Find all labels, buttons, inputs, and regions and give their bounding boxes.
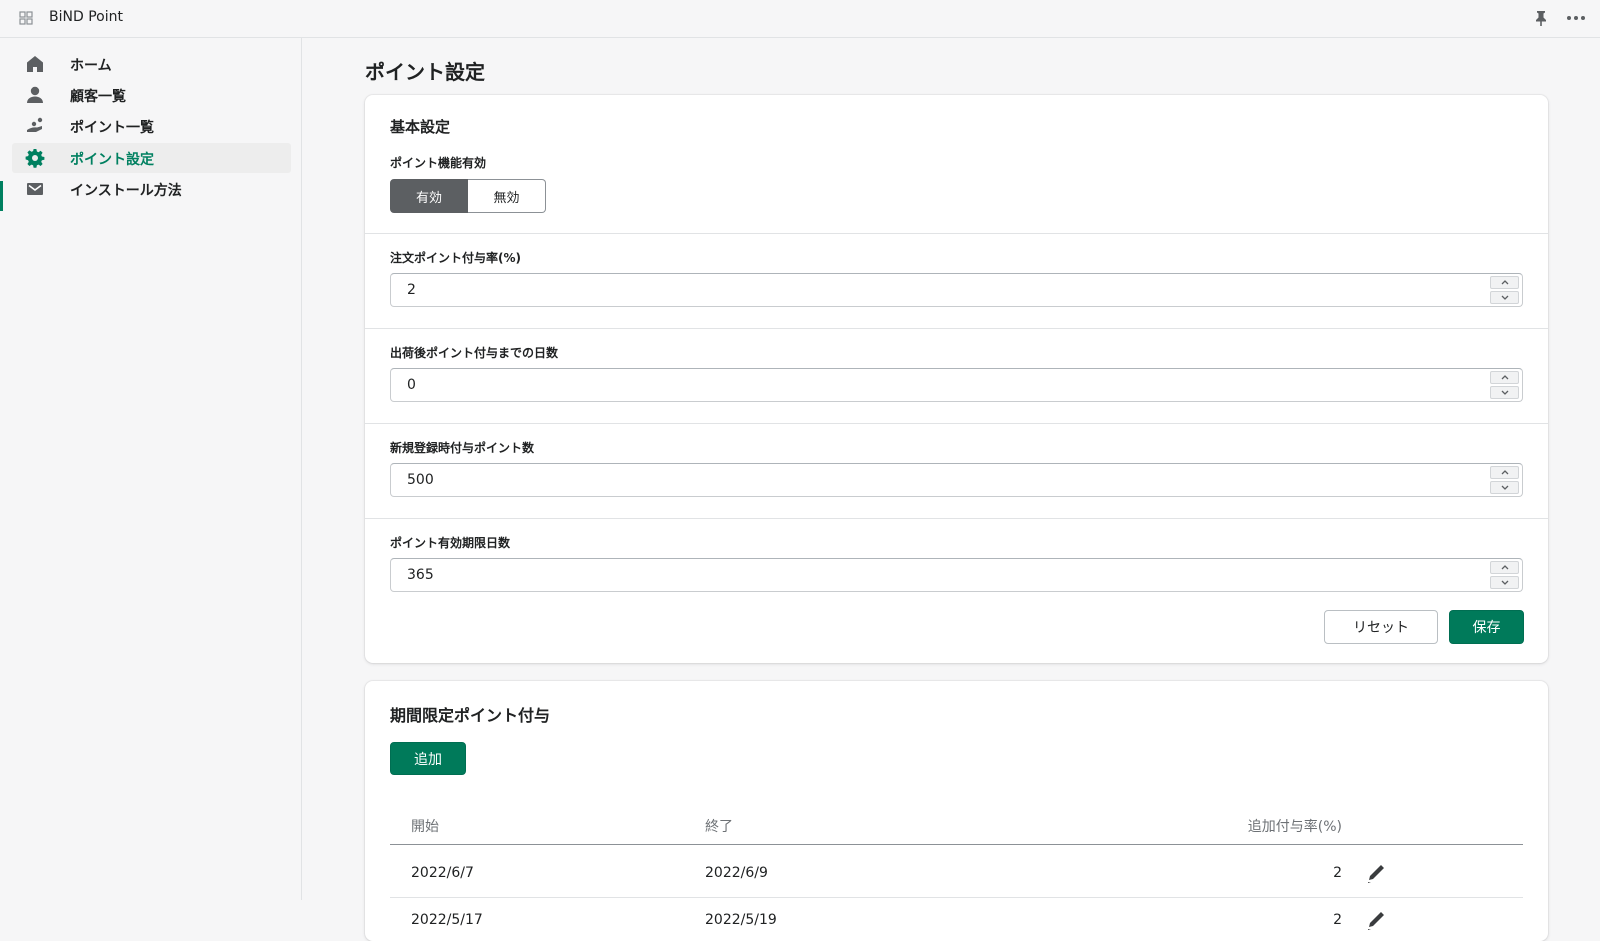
cell-rate: 2 bbox=[1333, 912, 1342, 928]
coins-icon bbox=[27, 117, 43, 132]
edit-icon[interactable] bbox=[1365, 863, 1391, 885]
sidebar-item-customers[interactable]: 顧客一覧 bbox=[12, 80, 291, 110]
enabled-label: ポイント機能有効 bbox=[390, 156, 487, 170]
column-header-rate: 追加付与率(%) bbox=[1247, 819, 1342, 835]
sidebar-item-label: ホーム bbox=[70, 58, 112, 74]
reset-button[interactable]: リセット bbox=[1324, 610, 1438, 644]
expiry-days-label: ポイント有効期限日数 bbox=[390, 536, 511, 550]
add-button[interactable]: 追加 bbox=[390, 742, 466, 775]
cell-start: 2022/5/17 bbox=[411, 912, 483, 928]
chevron-up-icon bbox=[1501, 565, 1508, 570]
edit-icon[interactable] bbox=[1365, 910, 1391, 932]
section-title: 基本設定 bbox=[390, 118, 451, 136]
days-after-shipping-label: 出荷後ポイント付与までの日数 bbox=[390, 346, 559, 360]
number-stepper bbox=[1490, 466, 1519, 494]
divider bbox=[365, 328, 1548, 329]
sidebar-item-point-settings[interactable]: ポイント設定 bbox=[12, 143, 291, 173]
section-title: 期間限定ポイント付与 bbox=[390, 706, 551, 725]
chevron-up-icon bbox=[1501, 375, 1508, 380]
main-content: ポイント設定 基本設定 ポイント機能有効 有効 無効 注文ポイント付与率(%) … bbox=[303, 38, 1600, 941]
sidebar-item-label: ポイント設定 bbox=[70, 152, 154, 168]
enabled-off-button[interactable]: 無効 bbox=[468, 179, 546, 213]
sidebar-item-label: ポイント一覧 bbox=[70, 120, 154, 136]
decrement-button[interactable] bbox=[1490, 291, 1519, 304]
cell-end: 2022/5/19 bbox=[705, 912, 777, 928]
chevron-up-icon bbox=[1501, 470, 1508, 475]
campaign-card: 期間限定ポイント付与 追加 開始 終了 追加付与率(%) 2022/6/7 20… bbox=[365, 681, 1548, 941]
more-icon[interactable] bbox=[1565, 9, 1587, 27]
chevron-down-icon bbox=[1501, 390, 1508, 395]
app-icon bbox=[19, 11, 33, 25]
home-icon bbox=[27, 56, 43, 72]
days-after-shipping-input[interactable]: 0 bbox=[390, 368, 1523, 402]
app-title: BiND Point bbox=[49, 9, 123, 25]
input-value: 500 bbox=[407, 472, 434, 488]
row-divider bbox=[390, 897, 1523, 898]
increment-button[interactable] bbox=[1490, 466, 1519, 479]
chevron-down-icon bbox=[1501, 295, 1508, 300]
divider bbox=[365, 423, 1548, 424]
mail-icon bbox=[27, 183, 43, 195]
sidebar-item-label: 顧客一覧 bbox=[70, 89, 126, 105]
person-icon bbox=[27, 86, 43, 103]
active-indicator bbox=[0, 181, 3, 211]
column-header-end: 終了 bbox=[705, 819, 733, 835]
number-stepper bbox=[1490, 561, 1519, 589]
sidebar-item-install[interactable]: インストール方法 bbox=[12, 174, 291, 204]
order-point-rate-label: 注文ポイント付与率(%) bbox=[390, 251, 521, 265]
header-divider bbox=[390, 844, 1523, 845]
enabled-toggle: 有効 無効 bbox=[390, 179, 546, 213]
pin-icon[interactable] bbox=[1532, 9, 1550, 27]
decrement-button[interactable] bbox=[1490, 481, 1519, 494]
sidebar-item-points-list[interactable]: ポイント一覧 bbox=[12, 111, 291, 141]
signup-points-input[interactable]: 500 bbox=[390, 463, 1523, 497]
basic-settings-card: 基本設定 ポイント機能有効 有効 無効 注文ポイント付与率(%) 2 出荷後ポイ… bbox=[365, 95, 1548, 663]
chevron-down-icon bbox=[1501, 485, 1508, 490]
decrement-button[interactable] bbox=[1490, 386, 1519, 399]
order-point-rate-input[interactable]: 2 bbox=[390, 273, 1523, 307]
number-stepper bbox=[1490, 371, 1519, 399]
input-value: 2 bbox=[407, 282, 416, 298]
decrement-button[interactable] bbox=[1490, 576, 1519, 589]
top-bar: BiND Point bbox=[0, 0, 1600, 38]
cell-start: 2022/6/7 bbox=[411, 865, 474, 881]
page-title: ポイント設定 bbox=[365, 60, 485, 84]
save-button[interactable]: 保存 bbox=[1449, 610, 1524, 644]
cell-end: 2022/6/9 bbox=[705, 865, 768, 881]
divider bbox=[365, 233, 1548, 234]
number-stepper bbox=[1490, 276, 1519, 304]
column-header-start: 開始 bbox=[411, 819, 439, 835]
divider bbox=[365, 518, 1548, 519]
gear-icon bbox=[25, 149, 45, 168]
cell-rate: 2 bbox=[1333, 865, 1342, 881]
input-value: 365 bbox=[407, 567, 434, 583]
expiry-days-input[interactable]: 365 bbox=[390, 558, 1523, 592]
signup-points-label: 新規登録時付与ポイント数 bbox=[390, 441, 535, 455]
sidebar-item-label: インストール方法 bbox=[70, 183, 182, 199]
input-value: 0 bbox=[407, 377, 416, 393]
chevron-up-icon bbox=[1501, 280, 1508, 285]
increment-button[interactable] bbox=[1490, 371, 1519, 384]
chevron-down-icon bbox=[1501, 580, 1508, 585]
increment-button[interactable] bbox=[1490, 561, 1519, 574]
sidebar: ホーム 顧客一覧 ポイント一覧 ポイント設定 インストール方法 bbox=[0, 38, 302, 900]
increment-button[interactable] bbox=[1490, 276, 1519, 289]
sidebar-item-home[interactable]: ホーム bbox=[12, 49, 291, 79]
enabled-on-button[interactable]: 有効 bbox=[390, 179, 468, 213]
